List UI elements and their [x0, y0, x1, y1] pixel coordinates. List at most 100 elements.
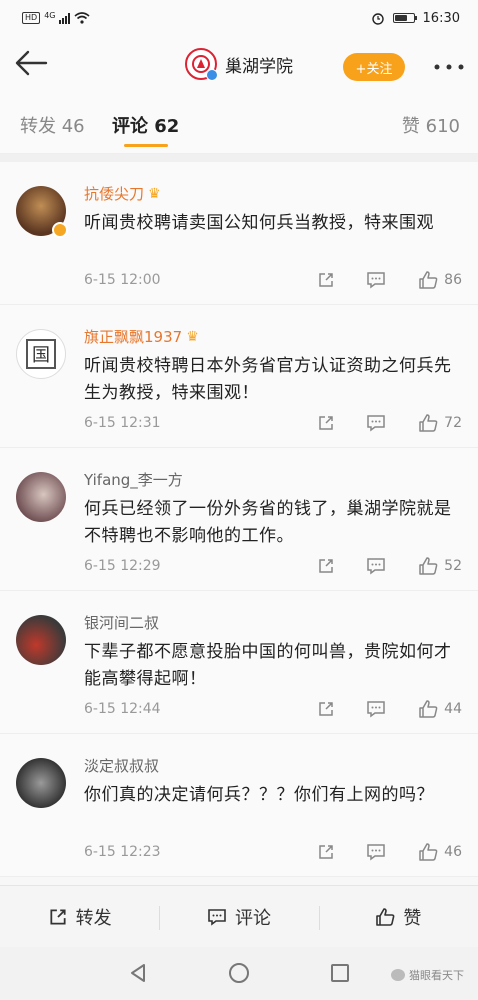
account-header[interactable]: 巢湖学院	[185, 48, 293, 81]
divider	[0, 154, 478, 162]
repost-button[interactable]: 转发	[0, 904, 159, 930]
more-options-icon[interactable]	[434, 56, 464, 72]
thumbs-up-icon	[418, 557, 438, 575]
comment-footer: 6-15 12:29 52	[84, 556, 462, 576]
bottom-action-bar: 转发 评论 赞	[0, 885, 478, 947]
avatar[interactable]	[16, 758, 66, 808]
active-tab-indicator	[124, 144, 168, 147]
avatar-seal: 国	[26, 339, 56, 369]
avatar[interactable]: 国	[16, 329, 66, 379]
comment-author[interactable]: 抗倭尖刀 ♛	[84, 184, 462, 204]
hd-badge: HD	[22, 12, 41, 24]
share-button[interactable]	[316, 414, 336, 432]
comment-author[interactable]: 银河间二叔	[84, 613, 462, 633]
like-count: 52	[444, 558, 462, 574]
thumbs-up-icon	[418, 271, 438, 289]
comment-icon	[366, 700, 386, 718]
battery-fill	[394, 15, 408, 21]
comment-time: 6-15 12:44	[84, 701, 161, 717]
share-icon	[48, 908, 68, 926]
comment-icon	[366, 843, 386, 861]
like-post-button[interactable]: 赞	[318, 904, 478, 930]
comment-author[interactable]: Yifang_李一方	[84, 470, 462, 490]
comment-time: 6-15 12:31	[84, 415, 161, 431]
comment-footer: 6-15 12:44 44	[84, 699, 462, 719]
comment-time: 6-15 12:29	[84, 558, 161, 574]
comment-time: 6-15 12:00	[84, 272, 161, 288]
back-button[interactable]	[14, 50, 54, 82]
nav-recent-apps-icon[interactable]	[331, 964, 349, 982]
avatar[interactable]	[16, 615, 66, 665]
watermark: 猫眼看天下	[391, 967, 464, 983]
comment-text: 听闻贵校聘请卖国公知何兵当教授，特来围观	[84, 213, 434, 233]
comment-author[interactable]: 淡定叔叔叔	[84, 756, 462, 776]
like-button[interactable]: 46	[418, 843, 462, 861]
share-icon	[316, 414, 336, 432]
share-icon	[316, 843, 336, 861]
crown-icon: ♛	[148, 186, 161, 202]
thumbs-up-icon	[418, 700, 438, 718]
comment-list: 抗倭尖刀 ♛ 听闻贵校聘请卖国公知何兵当教授，特来围观 6-15 12:00 8…	[0, 162, 478, 877]
battery-icon	[392, 13, 417, 23]
tab-repost[interactable]: 转发 46	[20, 112, 85, 138]
crown-icon: ♛	[186, 329, 199, 345]
tab-like[interactable]: 赞 610	[402, 112, 460, 138]
like-count: 86	[444, 272, 462, 288]
status-left: HD 4G	[22, 10, 91, 24]
comment-text: 何兵已经领了一份外务省的钱了，巢湖学院就是不特聘也不影响他的工作。	[84, 499, 452, 546]
signal-icon	[59, 12, 71, 24]
repost-label: 转发	[75, 907, 112, 929]
thumbs-up-icon	[375, 907, 395, 926]
share-button[interactable]	[316, 843, 336, 861]
share-icon	[316, 557, 336, 575]
network-type: 4G	[44, 10, 56, 20]
comment-icon	[207, 908, 227, 926]
like-button[interactable]: 44	[418, 700, 462, 718]
reply-button[interactable]	[366, 271, 386, 289]
comment-item[interactable]: 国 旗正飘飘1937 ♛ 听闻贵校特聘日本外务省官方认证资助之何兵先生为教授，特…	[0, 305, 478, 448]
share-button[interactable]	[316, 271, 336, 289]
reply-button[interactable]	[366, 700, 386, 718]
avatar[interactable]	[16, 472, 66, 522]
status-right: 16:30	[371, 11, 460, 26]
watermark-text: 猫眼看天下	[409, 969, 464, 982]
like-button[interactable]: 86	[418, 271, 462, 289]
comment-label: 评论	[234, 907, 271, 929]
back-arrow-icon	[15, 50, 48, 76]
author-name: 抗倭尖刀	[84, 185, 145, 203]
comment-footer: 6-15 12:00 86	[84, 270, 462, 290]
comment-item[interactable]: 淡定叔叔叔 你们真的决定请何兵？？？你们有上网的吗？ 6-15 12:23 46	[0, 734, 478, 877]
comment-author[interactable]: 旗正飘飘1937 ♛	[84, 327, 462, 347]
nav-home-icon[interactable]	[229, 963, 249, 983]
comment-item[interactable]: 银河间二叔 下辈子都不愿意投胎中国的何叫兽，贵院如何才能高攀得起啊！ 6-15 …	[0, 591, 478, 734]
vip-badge-icon	[52, 222, 68, 238]
comment-icon	[366, 557, 386, 575]
like-count: 46	[444, 844, 462, 860]
status-time: 16:30	[422, 10, 460, 26]
nav-back-icon[interactable]	[128, 963, 148, 987]
reply-button[interactable]	[366, 414, 386, 432]
page-title: 巢湖学院	[225, 56, 293, 77]
author-name: 淡定叔叔叔	[84, 757, 160, 775]
share-button[interactable]	[316, 700, 336, 718]
tab-comment[interactable]: 评论 62	[112, 112, 179, 138]
reply-button[interactable]	[366, 843, 386, 861]
comment-text: 下辈子都不愿意投胎中国的何叫兽，贵院如何才能高攀得起啊！	[84, 642, 452, 689]
school-logo-icon	[185, 48, 218, 81]
comment-button[interactable]: 评论	[159, 904, 318, 930]
comment-item[interactable]: 抗倭尖刀 ♛ 听闻贵校聘请卖国公知何兵当教授，特来围观 6-15 12:00 8…	[0, 162, 478, 305]
like-label: 赞	[403, 907, 422, 929]
comment-text: 听闻贵校特聘日本外务省官方认证资助之何兵先生为教授，特来围观！	[84, 356, 452, 403]
follow-button[interactable]: +关注	[343, 53, 405, 81]
like-button[interactable]: 52	[418, 557, 462, 575]
share-button[interactable]	[316, 557, 336, 575]
comment-footer: 6-15 12:23 46	[84, 842, 462, 862]
status-bar: HD 4G 16:30	[0, 0, 478, 36]
tabs-bar: 转发 46 评论 62 赞 610	[0, 96, 478, 154]
comment-icon	[366, 414, 386, 432]
thumbs-up-icon	[418, 843, 438, 861]
author-name: 旗正飘飘1937	[84, 328, 183, 346]
reply-button[interactable]	[366, 557, 386, 575]
comment-item[interactable]: Yifang_李一方 何兵已经领了一份外务省的钱了，巢湖学院就是不特聘也不影响他…	[0, 448, 478, 591]
like-button[interactable]: 72	[418, 414, 462, 432]
